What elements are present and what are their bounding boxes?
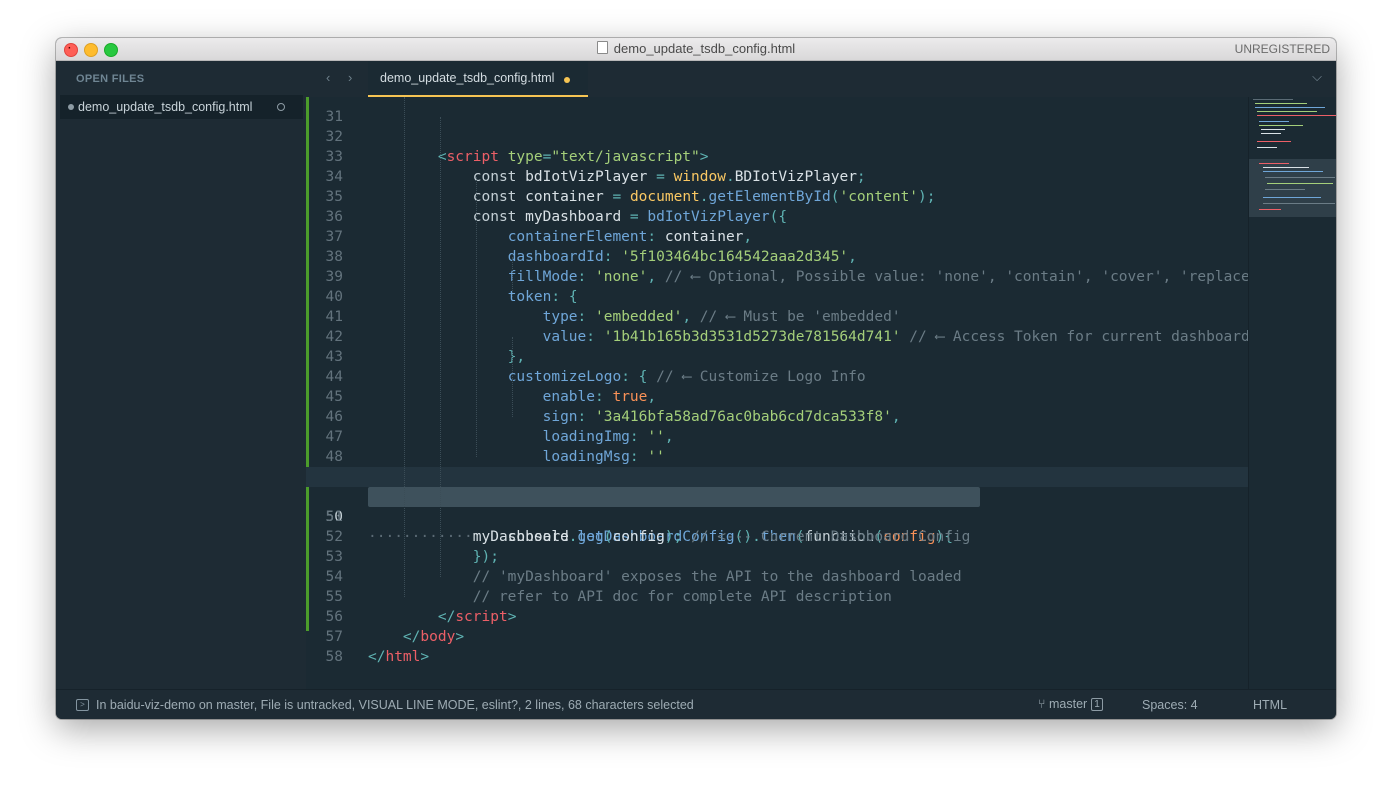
line-number: 58 bbox=[325, 649, 343, 665]
code-line: 52 }); bbox=[306, 507, 1248, 565]
minimap-line bbox=[1263, 203, 1335, 204]
code-line: 42 }, bbox=[306, 307, 1248, 365]
code-line: 37 dashboardId: '5f103464bc164542aaa2d34… bbox=[306, 207, 1248, 265]
code-line-active: 50 ············myDashboard.getDashboardC… bbox=[306, 467, 1248, 545]
minimap-line bbox=[1257, 111, 1317, 112]
open-files-header: OPEN FILES bbox=[76, 73, 145, 85]
branch-count-badge: 1 bbox=[1091, 698, 1103, 711]
code-line: 31 bbox=[306, 97, 1248, 125]
chevron-left-icon[interactable]: ‹ bbox=[326, 70, 330, 85]
minimap-line bbox=[1263, 171, 1323, 172]
code-line: 44 enable: true, bbox=[306, 347, 1248, 405]
chevron-right-icon[interactable]: › bbox=[348, 70, 352, 85]
minimap-line bbox=[1263, 167, 1309, 168]
minimap-line bbox=[1261, 129, 1285, 130]
minimap-line bbox=[1255, 103, 1307, 104]
code-line: 33 const bdIotVizPlayer = window.BDIotVi… bbox=[306, 127, 1248, 185]
close-file-icon[interactable] bbox=[277, 103, 285, 111]
minimap-line bbox=[1265, 177, 1335, 178]
branch-name: master bbox=[1048, 697, 1088, 711]
window-title: demo_update_tsdb_config.html bbox=[56, 41, 1336, 56]
minimap-line bbox=[1253, 99, 1293, 100]
indent-guide bbox=[476, 177, 477, 457]
minimap-line bbox=[1259, 163, 1289, 164]
git-branch-icon: ⑂ bbox=[1038, 697, 1049, 711]
tab-demo-file[interactable]: demo_update_tsdb_config.html bbox=[368, 61, 588, 97]
chevron-down-icon[interactable]: ⌵ bbox=[1312, 69, 1322, 85]
code-line: 48 } bbox=[306, 427, 1248, 485]
minimap[interactable] bbox=[1248, 97, 1336, 689]
title-bar: · demo_update_tsdb_config.html UNREGISTE… bbox=[56, 38, 1336, 61]
sidebar-file-label: demo_update_tsdb_config.html bbox=[78, 100, 253, 114]
status-message: In baidu-viz-demo on master, File is unt… bbox=[96, 698, 694, 712]
minimap-line bbox=[1261, 133, 1281, 134]
registration-status: UNREGISTERED bbox=[1234, 42, 1330, 56]
indent-guide bbox=[440, 117, 441, 577]
minimap-line bbox=[1267, 183, 1333, 184]
sidebar-file-item[interactable]: demo_update_tsdb_config.html bbox=[60, 95, 303, 119]
code-line: 58 bbox=[306, 627, 1248, 665]
tab-label: demo_update_tsdb_config.html bbox=[380, 71, 555, 85]
indent-guide bbox=[404, 97, 405, 597]
indentation-setting[interactable]: Spaces: 4 bbox=[1142, 698, 1198, 712]
code-editor[interactable]: 31 32 <script type="text/javascript"> 33… bbox=[306, 97, 1248, 689]
code-line: 47 loadingMsg: '' bbox=[306, 407, 1248, 465]
status-bar: > In baidu-viz-demo on master, File is u… bbox=[56, 689, 1336, 719]
unsaved-dot-icon[interactable] bbox=[564, 77, 570, 83]
code-line: 46 loadingImg: '', bbox=[306, 387, 1248, 445]
html-file-icon bbox=[596, 41, 608, 54]
git-branch-indicator[interactable]: ⑂ master 1 bbox=[1038, 697, 1103, 711]
window-title-text: demo_update_tsdb_config.html bbox=[613, 41, 796, 56]
code-line: 49 }); bbox=[306, 447, 1248, 505]
indent-guide bbox=[512, 257, 513, 297]
code-line: 53 // 'myDashboard' exposes the API to t… bbox=[306, 527, 1248, 585]
code-line: 43 customizeLogo: { // ⟵ Customize Logo … bbox=[306, 327, 1248, 385]
minimap-line bbox=[1259, 125, 1303, 126]
terminal-icon[interactable]: > bbox=[76, 699, 89, 711]
code-line: 56 </body> bbox=[306, 587, 1248, 645]
code-line: 38 fillMode: 'none', // ⟵ Optional, Poss… bbox=[306, 227, 1248, 285]
minimap-line bbox=[1259, 209, 1281, 210]
code-line: 41 value: '1b41b165b3d3531d5273de781564d… bbox=[306, 287, 1248, 345]
code-line: 36 containerElement: container, bbox=[306, 187, 1248, 245]
minimap-line bbox=[1265, 189, 1305, 190]
sidebar: OPEN FILES demo_update_tsdb_config.html bbox=[56, 61, 306, 689]
minimap-line bbox=[1259, 121, 1289, 122]
modified-dot-icon bbox=[68, 104, 74, 110]
code-line: 51 console.log(config); // <--- Current … bbox=[306, 487, 1248, 545]
code-line: 40 type: 'embedded', // ⟵ Must be 'embed… bbox=[306, 267, 1248, 325]
minimap-line bbox=[1255, 107, 1325, 108]
minimap-line bbox=[1257, 141, 1291, 142]
code-line: 45 sign: '3a416bfa58ad76ac0bab6cd7dca533… bbox=[306, 367, 1248, 425]
code-line: 34 const container = document.getElement… bbox=[306, 147, 1248, 205]
syntax-selector[interactable]: HTML bbox=[1253, 698, 1287, 712]
code-line: 32 <script type="text/javascript"> bbox=[306, 107, 1248, 165]
minimap-line bbox=[1257, 115, 1336, 116]
code-line: 57 </html> bbox=[306, 607, 1248, 665]
indent-guide bbox=[512, 337, 513, 417]
code-line: 54 // refer to API doc for complete API … bbox=[306, 547, 1248, 605]
minimap-line bbox=[1257, 147, 1277, 148]
code-line: 55 </script> bbox=[306, 567, 1248, 625]
code-line: 39 token: { bbox=[306, 247, 1248, 305]
code-line: 35 const myDashboard = bdIotVizPlayer({ bbox=[306, 167, 1248, 225]
tab-bar: ‹ › demo_update_tsdb_config.html ⌵ bbox=[306, 61, 1336, 97]
editor-window: · demo_update_tsdb_config.html UNREGISTE… bbox=[56, 38, 1336, 719]
minimap-line bbox=[1263, 197, 1321, 198]
